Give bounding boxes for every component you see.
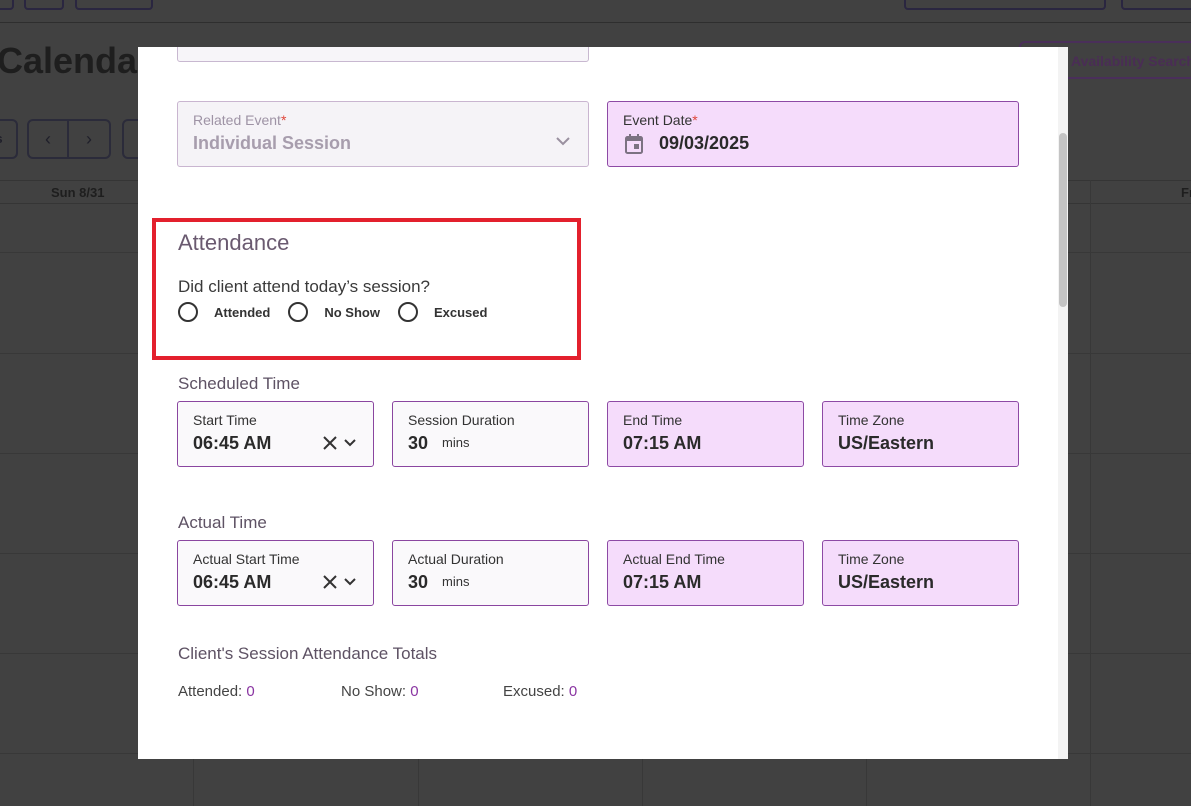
actual-duration-unit: mins	[442, 574, 470, 589]
session-duration-field[interactable]: Session Duration 30 mins	[392, 401, 589, 467]
toolbar-button[interactable]	[904, 0, 1106, 10]
radio-label-no-show[interactable]: No Show	[324, 305, 380, 320]
actual-time-heading: Actual Time	[178, 513, 267, 532]
radio-label-excused[interactable]: Excused	[434, 305, 487, 320]
toolbar-button[interactable]	[24, 0, 64, 10]
total-attended: Attended: 0	[178, 683, 255, 700]
event-date-field[interactable]: Event Date* 09/03/2025	[607, 101, 1019, 167]
scrollbar-thumb[interactable]	[1059, 133, 1067, 307]
toolbar-button[interactable]	[0, 0, 14, 10]
total-no-show-label: No Show:	[341, 683, 407, 700]
time-zone-field: Time Zone US/Eastern	[822, 401, 1019, 467]
calendar-icon[interactable]	[625, 134, 643, 154]
total-no-show-count: 0	[410, 683, 419, 700]
time-zone-value: US/Eastern	[838, 433, 935, 453]
required-mark: *	[692, 112, 698, 128]
toolbar-button[interactable]	[1121, 0, 1191, 10]
attendance-totals-heading: Client's Session Attendance Totals	[178, 644, 438, 663]
attendance-title: Attendance	[178, 230, 290, 255]
actual-start-time-select[interactable]: Actual Start Time 06:45 AM	[177, 540, 374, 606]
day-header-fri: Fr	[1181, 185, 1191, 200]
total-excused-count: 0	[568, 683, 578, 700]
scheduled-time-heading: Scheduled Time	[178, 374, 300, 393]
time-zone-label: Time Zone	[838, 412, 905, 428]
radio-attended[interactable]	[178, 302, 198, 322]
session-duration-label: Session Duration	[408, 412, 515, 428]
chevron-down-icon[interactable]	[344, 577, 356, 586]
actual-time-zone-field: Time Zone US/Eastern	[822, 540, 1019, 606]
toolbar-button[interactable]	[75, 0, 153, 10]
top-toolbar	[0, 0, 1191, 23]
actual-time-zone-value: US/Eastern	[838, 572, 935, 592]
required-mark: *	[280, 112, 287, 128]
previous-field[interactable]	[177, 47, 589, 62]
radio-no-show[interactable]	[288, 302, 309, 322]
session-note-modal: Related Event* Individual Session Event …	[138, 47, 1068, 759]
actual-time-zone-label: Time Zone	[838, 551, 905, 567]
total-attended-count: 0	[246, 683, 255, 700]
clear-icon[interactable]	[322, 574, 338, 590]
actual-end-time-field: Actual End Time 07:15 AM	[607, 540, 804, 606]
clear-icon[interactable]	[322, 435, 338, 451]
session-duration-unit: mins	[442, 435, 470, 450]
start-time-select[interactable]: Start Time 06:45 AM	[177, 401, 374, 467]
end-time-value: 07:15 AM	[623, 433, 702, 453]
radio-label-attended[interactable]: Attended	[214, 305, 270, 320]
actual-start-time-label: Actual Start Time	[193, 551, 300, 567]
actual-duration-value: 30	[408, 572, 429, 592]
actual-duration-label: Actual Duration	[408, 551, 504, 567]
total-excused: Excused: 0	[503, 683, 577, 700]
actual-end-time-label: Actual End Time	[623, 551, 725, 567]
session-duration-value: 30	[408, 433, 429, 453]
start-time-label: Start Time	[193, 412, 257, 428]
end-time-label: End Time	[623, 412, 683, 428]
end-time-field: End Time 07:15 AM	[607, 401, 804, 467]
chevron-down-icon	[556, 137, 570, 146]
page-title: Calendar	[0, 40, 152, 81]
day-header-sun: Sun 8/31	[51, 185, 105, 200]
modal-scrollbar[interactable]	[1058, 47, 1068, 759]
actual-end-time-value: 07:15 AM	[623, 572, 702, 592]
related-event-value: Individual Session	[193, 133, 352, 153]
event-date-label: Event Date	[623, 112, 693, 128]
chevron-down-icon[interactable]	[344, 438, 356, 447]
total-excused-label: Excused:	[503, 683, 565, 700]
actual-duration-field[interactable]: Actual Duration 30 mins	[392, 540, 589, 606]
next-week-button[interactable]: ›	[69, 119, 111, 159]
radio-excused[interactable]	[397, 302, 418, 322]
attendance-question: Did client attend today’s session?	[178, 277, 431, 296]
attendance-radio-group: Attended No Show Excused	[178, 302, 505, 322]
event-date-value: 09/03/2025	[659, 133, 750, 153]
related-event-select[interactable]: Related Event* Individual Session	[177, 101, 589, 167]
view-button[interactable]: s	[0, 119, 18, 159]
total-attended-label: Attended:	[178, 683, 243, 700]
grid-line	[1090, 180, 1091, 806]
prev-week-button[interactable]: ‹	[27, 119, 69, 159]
related-event-label: Related Event	[193, 112, 281, 128]
total-no-show: No Show: 0	[341, 683, 419, 700]
